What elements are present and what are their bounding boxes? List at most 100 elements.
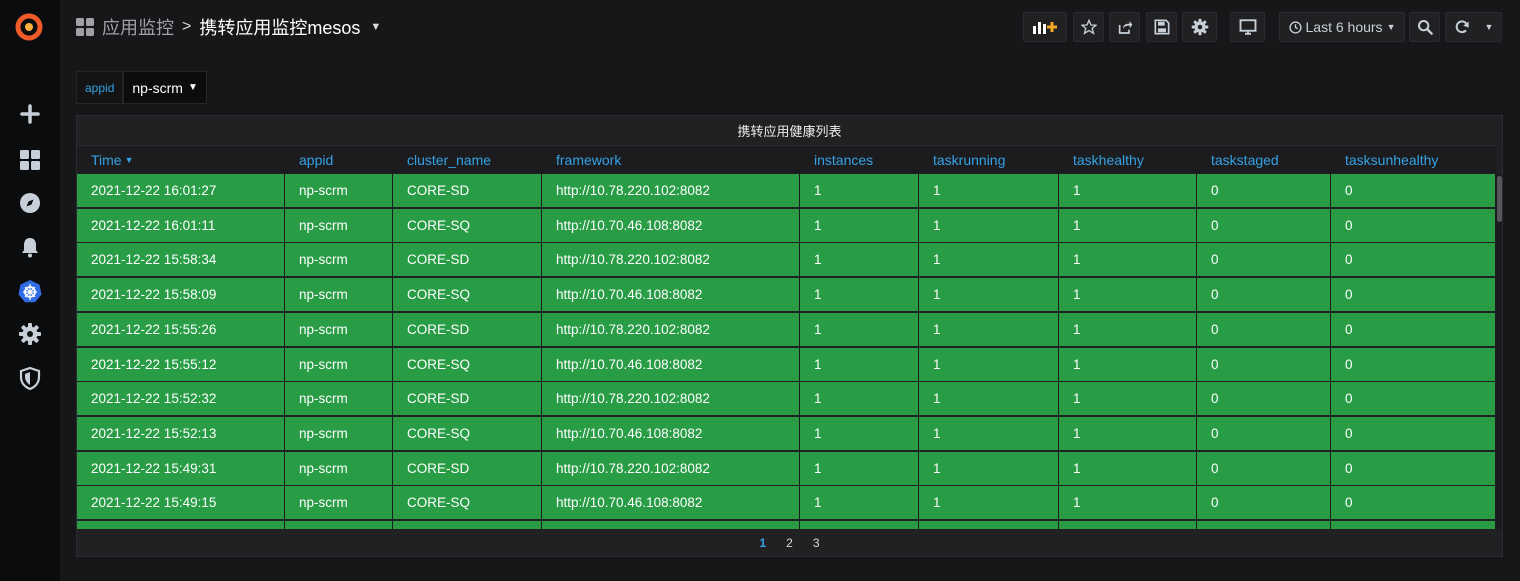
- table-cell-instances: 1: [800, 313, 919, 346]
- table-cell-taskhealthy: 1: [1059, 278, 1197, 311]
- table-cell-framework: http://10.70.46.108:8082: [542, 209, 800, 242]
- table-cell-cluster-name: CORE-SD: [393, 174, 542, 207]
- table-row: 2021-12-22 15:58:09 np-scrm CORE-SQ http://…: [77, 278, 1497, 311]
- column-header-label: appid: [299, 151, 334, 168]
- caret-down-icon: ▼: [187, 82, 198, 93]
- table-row: [77, 521, 1497, 529]
- table-cell-instances: 1: [800, 278, 919, 311]
- table-cell-taskstaged: 0: [1197, 243, 1331, 276]
- dashboard-settings-button[interactable]: [1182, 12, 1217, 42]
- table-row: 2021-12-22 15:58:34 np-scrm CORE-SD http://…: [77, 243, 1497, 276]
- table-row: 2021-12-22 15:55:12 np-scrm CORE-SQ http://…: [77, 348, 1497, 381]
- table-cell-tasksunhealthy: 0: [1331, 417, 1496, 450]
- table-cell-taskhealthy: 1: [1059, 209, 1197, 242]
- table-cell-cluster-name: CORE-SD: [393, 452, 542, 485]
- save-dashboard-button[interactable]: [1146, 12, 1177, 42]
- scrollbar-thumb[interactable]: [1497, 176, 1502, 222]
- table-cell-framework: http://10.78.220.102:8082: [542, 313, 800, 346]
- refresh-icon: [1455, 20, 1469, 34]
- table-cell-cluster-name: CORE-SD: [393, 243, 542, 276]
- page-link-1[interactable]: 1: [759, 536, 766, 550]
- time-range-picker[interactable]: Last 6 hours ▼: [1279, 12, 1405, 42]
- table-cell-framework: http://10.78.220.102:8082: [542, 243, 800, 276]
- table-cell-taskstaged: 0: [1197, 417, 1331, 450]
- alerting-bell-icon[interactable]: [18, 235, 42, 259]
- table-cell-tasksunhealthy: 0: [1331, 452, 1496, 485]
- caret-down-icon: ▼: [1386, 22, 1396, 32]
- column-header-instances[interactable]: instances: [800, 146, 919, 173]
- page-link-2[interactable]: 2: [786, 536, 793, 550]
- table-cell-framework: http://10.70.46.108:8082: [542, 417, 800, 450]
- column-header-taskrunning[interactable]: taskrunning: [919, 146, 1059, 173]
- table-cell-appid: np-scrm: [285, 313, 393, 346]
- table-cell-appid: np-scrm: [285, 243, 393, 276]
- sort-desc-icon: ▼: [124, 154, 134, 165]
- table-cell-instances: [800, 521, 919, 529]
- column-header-appid[interactable]: appid: [285, 146, 393, 173]
- refresh-button[interactable]: ▼: [1445, 12, 1502, 42]
- zoom-out-button[interactable]: [1409, 12, 1440, 42]
- table-cell-taskstaged: 0: [1197, 348, 1331, 381]
- table-row: 2021-12-22 15:49:31 np-scrm CORE-SD http://…: [77, 452, 1497, 485]
- plus-icon[interactable]: [18, 102, 42, 126]
- table-cell-taskstaged: 0: [1197, 452, 1331, 485]
- table-cell-instances: 1: [800, 348, 919, 381]
- share-icon: [1118, 21, 1132, 34]
- gear-icon[interactable]: [18, 322, 42, 346]
- page-link-3[interactable]: 3: [813, 536, 820, 550]
- shield-icon[interactable]: [18, 366, 42, 390]
- scrollbar-track[interactable]: [1496, 174, 1502, 529]
- table-row: 2021-12-22 16:01:11 np-scrm CORE-SQ http://…: [77, 209, 1497, 242]
- table-cell-appid: np-scrm: [285, 348, 393, 381]
- dashboard-title[interactable]: 携转应用监控mesos: [199, 14, 360, 40]
- star-dashboard-button[interactable]: [1073, 12, 1104, 42]
- dashboards-icon[interactable]: [18, 148, 42, 172]
- table-cell-tasksunhealthy: 0: [1331, 209, 1496, 242]
- breadcrumb-folder-link[interactable]: 应用监控: [102, 14, 174, 40]
- dashboard-navbar: 应用监控 > 携转应用监控mesos ▼ Last 6 hours ▼ ▼: [60, 0, 1520, 54]
- table-cell-taskrunning: 1: [919, 486, 1059, 519]
- kubernetes-icon[interactable]: [18, 279, 42, 303]
- tv-monitor-icon: [1239, 19, 1256, 35]
- column-header-tasksunhealthy[interactable]: tasksunhealthy: [1331, 146, 1496, 173]
- caret-down-icon[interactable]: ▼: [370, 21, 381, 33]
- column-header-time[interactable]: Time ▼: [77, 146, 285, 173]
- column-header-cluster-name[interactable]: cluster_name: [393, 146, 542, 173]
- add-panel-button[interactable]: [1023, 12, 1067, 42]
- table-cell-tasksunhealthy: 0: [1331, 174, 1496, 207]
- table-cell-taskstaged: 0: [1197, 174, 1331, 207]
- table-cell-taskhealthy: 1: [1059, 313, 1197, 346]
- table-cell-time: 2021-12-22 15:58:34: [77, 243, 285, 276]
- explore-icon[interactable]: [18, 191, 42, 215]
- table-row: 2021-12-22 16:01:27 np-scrm CORE-SD http://…: [77, 174, 1497, 207]
- table-cell-tasksunhealthy: 0: [1331, 313, 1496, 346]
- variable-value: np-scrm: [132, 79, 183, 96]
- table-cell-instances: 1: [800, 417, 919, 450]
- table-cell-framework: http://10.78.220.102:8082: [542, 452, 800, 485]
- table-cell-taskhealthy: 1: [1059, 382, 1197, 415]
- column-header-label: taskrunning: [933, 151, 1006, 168]
- panel-title[interactable]: 携转应用健康列表: [77, 116, 1502, 144]
- view-mode-button[interactable]: [1230, 12, 1265, 42]
- breadcrumb: 应用监控 > 携转应用监控mesos ▼: [76, 14, 381, 40]
- table-cell-framework: http://10.70.46.108:8082: [542, 348, 800, 381]
- table-row: 2021-12-22 15:52:13 np-scrm CORE-SQ http://…: [77, 417, 1497, 450]
- table-cell-taskrunning: 1: [919, 348, 1059, 381]
- table-cell-time: 2021-12-22 15:49:15: [77, 486, 285, 519]
- chevron-down-icon[interactable]: ▼: [1485, 22, 1494, 32]
- grafana-logo-icon[interactable]: [12, 10, 46, 44]
- table-cell-taskrunning: 1: [919, 313, 1059, 346]
- table-panel: 携转应用健康列表 Time ▼ appid cluster_name framework…: [76, 115, 1503, 557]
- column-header-taskhealthy[interactable]: taskhealthy: [1059, 146, 1197, 173]
- table-cell-taskrunning: 1: [919, 452, 1059, 485]
- table-cell-cluster-name: CORE-SQ: [393, 348, 542, 381]
- table-cell-instances: 1: [800, 382, 919, 415]
- column-header-taskstaged[interactable]: taskstaged: [1197, 146, 1331, 173]
- table-cell-cluster-name: CORE-SQ: [393, 417, 542, 450]
- share-dashboard-button[interactable]: [1109, 12, 1140, 42]
- column-header-framework[interactable]: framework: [542, 146, 800, 173]
- table-cell-tasksunhealthy: 0: [1331, 278, 1496, 311]
- variable-select[interactable]: np-scrm ▼: [123, 71, 207, 104]
- table-row: 2021-12-22 15:52:32 np-scrm CORE-SD http://…: [77, 382, 1497, 415]
- add-panel-icon: [1033, 22, 1057, 34]
